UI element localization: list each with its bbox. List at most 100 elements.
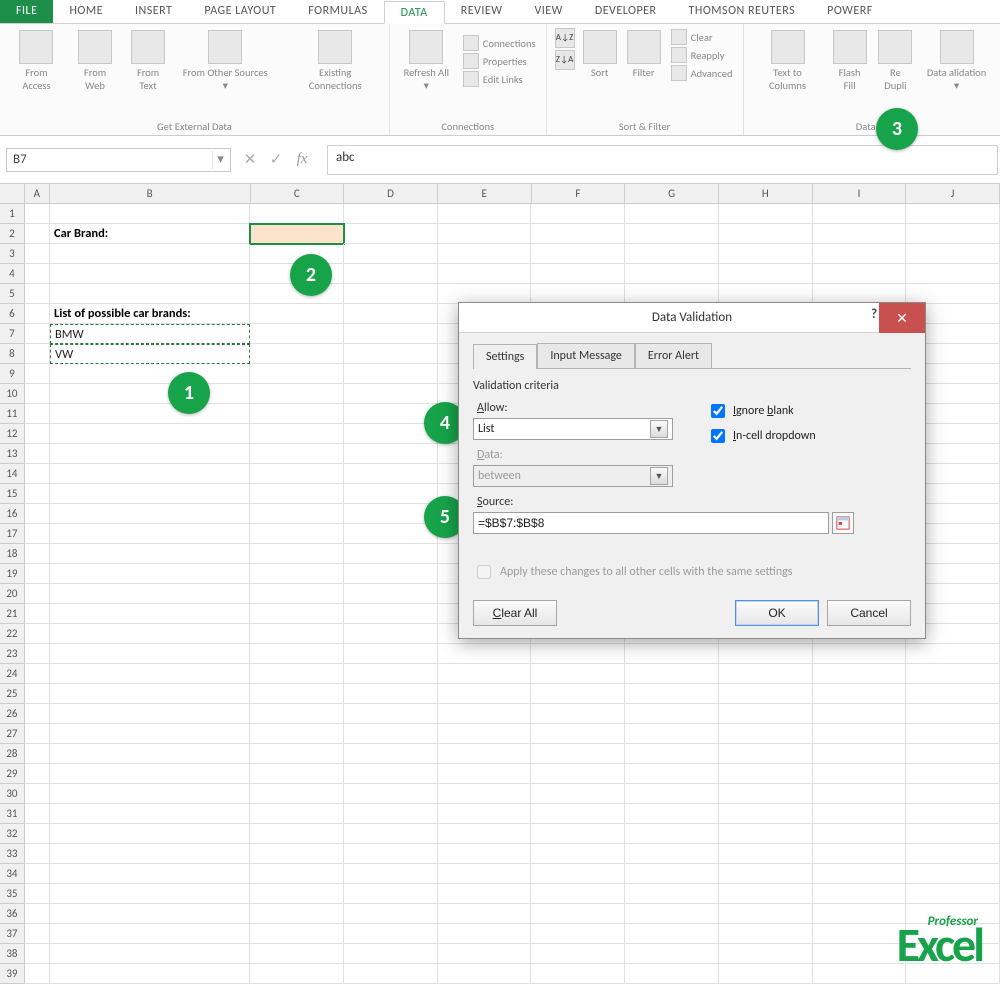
cell-C12[interactable] (250, 424, 344, 444)
col-B[interactable]: B (50, 184, 251, 203)
cell-B11[interactable] (50, 404, 250, 424)
cell-C17[interactable] (250, 524, 344, 544)
cell-E29[interactable] (438, 764, 532, 784)
cell-C25[interactable] (250, 684, 344, 704)
help-button[interactable]: ? (871, 307, 877, 322)
cell-H32[interactable] (719, 824, 813, 844)
cell-D17[interactable] (344, 524, 438, 544)
from-access-button[interactable]: From Access (8, 28, 65, 94)
cell-D4[interactable] (344, 264, 438, 284)
row-19[interactable]: 19 (0, 564, 25, 584)
cell-A29[interactable] (25, 764, 50, 784)
cell-E35[interactable] (438, 884, 532, 904)
cell-G35[interactable] (625, 884, 719, 904)
cell-D2[interactable] (344, 224, 438, 244)
cell-F26[interactable] (531, 704, 625, 724)
cell-H30[interactable] (719, 784, 813, 804)
cell-C29[interactable] (250, 764, 344, 784)
cell-I1[interactable] (813, 204, 907, 224)
row-26[interactable]: 26 (0, 704, 25, 724)
cell-C21[interactable] (250, 604, 344, 624)
cell-A32[interactable] (25, 824, 50, 844)
cell-B33[interactable] (50, 844, 250, 864)
tab-error-alert[interactable]: Error Alert (635, 343, 712, 368)
cell-I36[interactable] (813, 904, 907, 924)
col-E[interactable]: E (438, 184, 532, 203)
name-box[interactable]: B7 ▾ (6, 148, 231, 172)
advanced-filter-link[interactable]: Advanced (669, 64, 735, 82)
cell-A16[interactable] (25, 504, 50, 524)
cell-F37[interactable] (531, 924, 625, 944)
cell-G26[interactable] (625, 704, 719, 724)
row-5[interactable]: 5 (0, 284, 25, 304)
cell-B7[interactable]: BMW (50, 324, 250, 344)
row-32[interactable]: 32 (0, 824, 25, 844)
cell-A33[interactable] (25, 844, 50, 864)
cell-A13[interactable] (25, 444, 50, 464)
cell-F25[interactable] (531, 684, 625, 704)
cell-B5[interactable] (50, 284, 250, 304)
ok-button[interactable]: OK (735, 600, 819, 626)
cell-C7[interactable] (250, 324, 344, 344)
cell-C26[interactable] (250, 704, 344, 724)
row-11[interactable]: 11 (0, 404, 25, 424)
cell-I30[interactable] (813, 784, 907, 804)
cell-B23[interactable] (50, 644, 250, 664)
row-27[interactable]: 27 (0, 724, 25, 744)
cell-C15[interactable] (250, 484, 344, 504)
cell-F36[interactable] (531, 904, 625, 924)
cell-A23[interactable] (25, 644, 50, 664)
sort-button[interactable]: Sort (581, 28, 619, 82)
cell-G33[interactable] (625, 844, 719, 864)
cell-G28[interactable] (625, 744, 719, 764)
cell-C24[interactable] (250, 664, 344, 684)
close-button[interactable]: ✕ (879, 303, 925, 333)
cell-G25[interactable] (625, 684, 719, 704)
cell-C39[interactable] (250, 964, 344, 984)
cell-F33[interactable] (531, 844, 625, 864)
cell-H39[interactable] (719, 964, 813, 984)
cell-A24[interactable] (25, 664, 50, 684)
cell-J4[interactable] (906, 264, 1000, 284)
cell-C6[interactable] (250, 304, 344, 324)
tab-pagelayout[interactable]: PAGE LAYOUT (188, 0, 292, 23)
row-28[interactable]: 28 (0, 744, 25, 764)
cell-C22[interactable] (250, 624, 344, 644)
cell-E36[interactable] (438, 904, 532, 924)
dialog-titlebar[interactable]: Data Validation ? ✕ (459, 303, 925, 333)
cell-I29[interactable] (813, 764, 907, 784)
cell-C37[interactable] (250, 924, 344, 944)
col-D[interactable]: D (344, 184, 438, 203)
cell-B9[interactable] (50, 364, 250, 384)
cell-E2[interactable] (438, 224, 532, 244)
cell-J27[interactable] (906, 724, 1000, 744)
reapply-filter-link[interactable]: Reapply (669, 46, 735, 64)
cell-G37[interactable] (625, 924, 719, 944)
cell-H4[interactable] (719, 264, 813, 284)
row-4[interactable]: 4 (0, 264, 25, 284)
row-38[interactable]: 38 (0, 944, 25, 964)
cell-F29[interactable] (531, 764, 625, 784)
cell-A7[interactable] (25, 324, 50, 344)
cell-B1[interactable] (50, 204, 250, 224)
cell-G24[interactable] (625, 664, 719, 684)
fx-icon[interactable]: fx (291, 151, 313, 168)
cell-E28[interactable] (438, 744, 532, 764)
cell-D31[interactable] (344, 804, 438, 824)
cell-B37[interactable] (50, 924, 250, 944)
cell-F34[interactable] (531, 864, 625, 884)
row-29[interactable]: 29 (0, 764, 25, 784)
cell-H28[interactable] (719, 744, 813, 764)
cell-D21[interactable] (344, 604, 438, 624)
cell-D7[interactable] (344, 324, 438, 344)
row-23[interactable]: 23 (0, 644, 25, 664)
cell-B15[interactable] (50, 484, 250, 504)
clear-all-button[interactable]: Clear All (473, 600, 557, 626)
col-A[interactable]: A (25, 184, 50, 203)
row-3[interactable]: 3 (0, 244, 25, 264)
cell-G34[interactable] (625, 864, 719, 884)
tab-insert[interactable]: INSERT (119, 0, 188, 23)
col-I[interactable]: I (813, 184, 907, 203)
cell-D1[interactable] (344, 204, 438, 224)
cell-A1[interactable] (25, 204, 50, 224)
